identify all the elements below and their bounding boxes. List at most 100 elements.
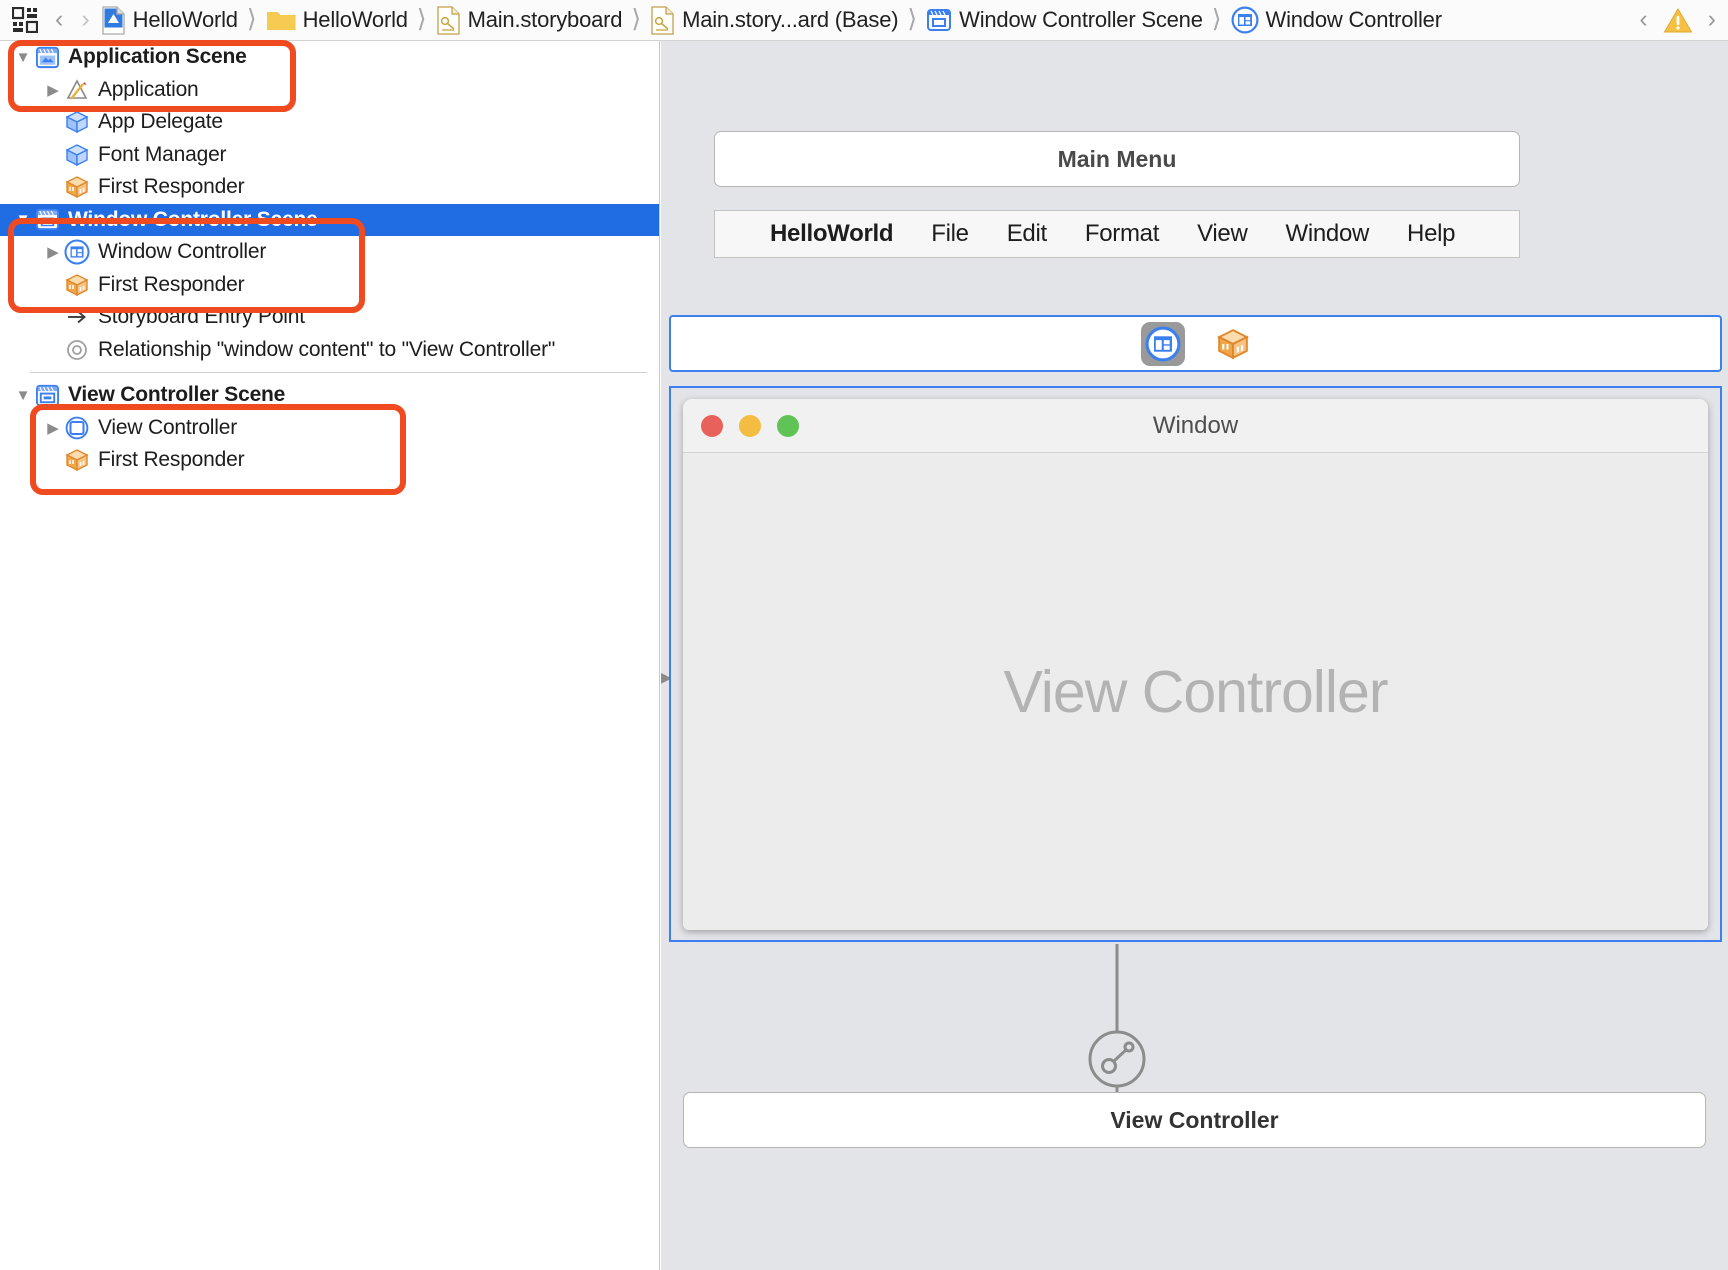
outline-row-label: Window Controller	[98, 240, 267, 264]
first-responder-icon	[64, 174, 90, 200]
breadcrumb-item-project[interactable]: HelloWorld	[99, 5, 240, 35]
breadcrumb-item-folder[interactable]: HelloWorld	[264, 7, 410, 33]
breadcrumb-label: Main.story...ard (Base)	[682, 7, 899, 32]
outline-row-label: First Responder	[98, 175, 245, 199]
dock-first-responder-button[interactable]	[1215, 326, 1251, 362]
first-responder-icon	[64, 447, 90, 473]
segue-relationship-icon	[64, 337, 90, 363]
window-chrome: Window View Controller	[683, 399, 1708, 930]
outline-separator	[30, 372, 647, 373]
related-items-icon[interactable]	[12, 7, 38, 33]
breadcrumb-separator: ⟩	[1211, 4, 1222, 33]
outline-row-label: App Delegate	[98, 110, 223, 134]
outline-row-label: Window Controller Scene	[68, 207, 318, 231]
breadcrumb-separator: ⟩	[246, 4, 257, 33]
breadcrumb-label: HelloWorld	[302, 7, 408, 32]
scene-icon	[926, 7, 952, 33]
window-content-area[interactable]: View Controller	[683, 453, 1708, 930]
window-title: Window	[1152, 411, 1239, 439]
outline-row-label: First Responder	[98, 272, 245, 296]
disclosure-triangle-down-icon[interactable]: ▼	[12, 211, 34, 228]
xcode-interface-builder-window: ‹ › HelloWorld ⟩ HelloWorld ⟩ Main.story…	[0, 0, 1728, 1270]
breadcrumb-separator: ⟩	[416, 4, 427, 33]
disclosure-triangle-down-icon[interactable]: ▼	[12, 49, 34, 66]
window-controller-icon	[1231, 6, 1259, 34]
breadcrumb: ‹ › HelloWorld ⟩ HelloWorld ⟩ Main.story…	[0, 0, 1728, 41]
outline-row-label: Storyboard Entry Point	[98, 305, 305, 329]
document-outline[interactable]: ▼ Application Scene ▶ Application App De…	[0, 41, 660, 1270]
next-issue-button[interactable]: ›	[1699, 5, 1720, 36]
menu-bar-preview[interactable]: HelloWorld File Edit Format View Window …	[714, 210, 1520, 258]
main-menu-object-bar[interactable]: Main Menu	[714, 131, 1520, 187]
menu-item-format[interactable]: Format	[1085, 220, 1160, 248]
outline-row-label: Font Manager	[98, 142, 227, 166]
disclosure-triangle-right-icon[interactable]: ▶	[42, 243, 64, 261]
dock-window-controller-button[interactable]	[1140, 321, 1185, 366]
scene-dock-toolbar[interactable]	[669, 315, 1722, 372]
view-controller-label: View Controller	[1110, 1106, 1279, 1133]
entry-point-arrow-icon	[64, 304, 90, 330]
outline-row-font-manager[interactable]: Font Manager	[0, 139, 659, 172]
application-icon	[64, 77, 90, 103]
breadcrumb-label: Window Controller	[1265, 7, 1443, 32]
breadcrumb-item-scene[interactable]: Window Controller Scene	[924, 7, 1205, 33]
outline-row-app-delegate[interactable]: App Delegate	[0, 106, 659, 139]
outline-row-first-responder[interactable]: First Responder	[0, 171, 659, 204]
folder-icon	[266, 8, 296, 32]
breadcrumb-separator: ⟩	[631, 4, 642, 33]
forward-button[interactable]: ›	[72, 5, 98, 36]
first-responder-icon	[64, 272, 90, 298]
breadcrumb-item-storyboard-base[interactable]: Main.story...ard (Base)	[648, 5, 900, 35]
breadcrumb-item-window-controller[interactable]: Window Controller	[1229, 6, 1444, 34]
outline-row-label: Relationship "window content" to "View C…	[98, 337, 556, 361]
breadcrumb-item-storyboard[interactable]: Main.storyboard	[434, 5, 625, 35]
outline-row-application-scene[interactable]: ▼ Application Scene	[0, 41, 659, 74]
disclosure-triangle-right-icon[interactable]: ▶	[42, 81, 64, 99]
breadcrumb-label: Window Controller Scene	[959, 7, 1203, 32]
outline-row-label: Application	[98, 77, 199, 101]
disclosure-triangle-down-icon[interactable]: ▼	[12, 387, 34, 404]
outline-row-relationship-segue[interactable]: Relationship "window content" to "View C…	[0, 334, 659, 367]
window-controller-icon	[64, 239, 90, 265]
outline-row-label: Application Scene	[68, 45, 247, 69]
menu-item-window[interactable]: Window	[1285, 220, 1369, 248]
window-preview[interactable]: Window View Controller	[669, 386, 1722, 942]
window-controller-icon	[1145, 326, 1181, 362]
outline-row-application[interactable]: ▶ Application	[0, 74, 659, 107]
warning-triangle-icon[interactable]	[1657, 7, 1699, 34]
outline-row-first-responder[interactable]: First Responder	[0, 269, 659, 302]
object-cube-blue-icon	[64, 109, 90, 135]
breadcrumb-label: HelloWorld	[132, 7, 238, 32]
breadcrumb-label: Main.storyboard	[467, 7, 623, 32]
outline-row-window-controller-scene[interactable]: ▼ Window Controller Scene	[0, 203, 659, 236]
storyboard-file-icon	[436, 5, 461, 35]
storyboard-file-icon	[650, 5, 675, 35]
xcode-project-icon	[101, 5, 126, 35]
outline-row-label: First Responder	[98, 448, 245, 472]
view-controller-icon	[64, 415, 90, 441]
outline-row-window-controller[interactable]: ▶ Window Controller	[0, 236, 659, 269]
scene-icon	[34, 207, 60, 233]
first-responder-icon	[1215, 326, 1251, 362]
menu-item-help[interactable]: Help	[1407, 220, 1455, 248]
scene-icon	[34, 44, 60, 70]
outline-row-storyboard-entry-point[interactable]: Storyboard Entry Point	[0, 301, 659, 334]
outline-row-label: View Controller	[98, 415, 238, 439]
menu-item-view[interactable]: View	[1197, 220, 1248, 248]
outline-row-view-controller-scene[interactable]: ▼ View Controller Scene	[0, 379, 659, 412]
storyboard-canvas[interactable]: ▶ Main Menu HelloWorld File Edit Format …	[661, 41, 1728, 1270]
menu-item-file[interactable]: File	[931, 220, 969, 248]
canvas-resize-handle[interactable]: ▶	[661, 669, 672, 685]
back-button[interactable]: ‹	[46, 5, 72, 36]
outline-row-first-responder[interactable]: First Responder	[0, 444, 659, 477]
breadcrumb-separator: ⟩	[907, 4, 918, 33]
view-controller-object-bar[interactable]: View Controller	[683, 1092, 1706, 1148]
previous-issue-button[interactable]: ‹	[1630, 5, 1656, 36]
outline-row-view-controller[interactable]: ▶ View Controller	[0, 412, 659, 445]
disclosure-triangle-right-icon[interactable]: ▶	[42, 419, 64, 437]
window-titlebar[interactable]: Window	[683, 399, 1708, 453]
object-cube-blue-icon	[64, 142, 90, 168]
main-menu-title: Main Menu	[1057, 145, 1177, 172]
menu-item-helloworld[interactable]: HelloWorld	[770, 220, 894, 248]
menu-item-edit[interactable]: Edit	[1007, 220, 1047, 248]
